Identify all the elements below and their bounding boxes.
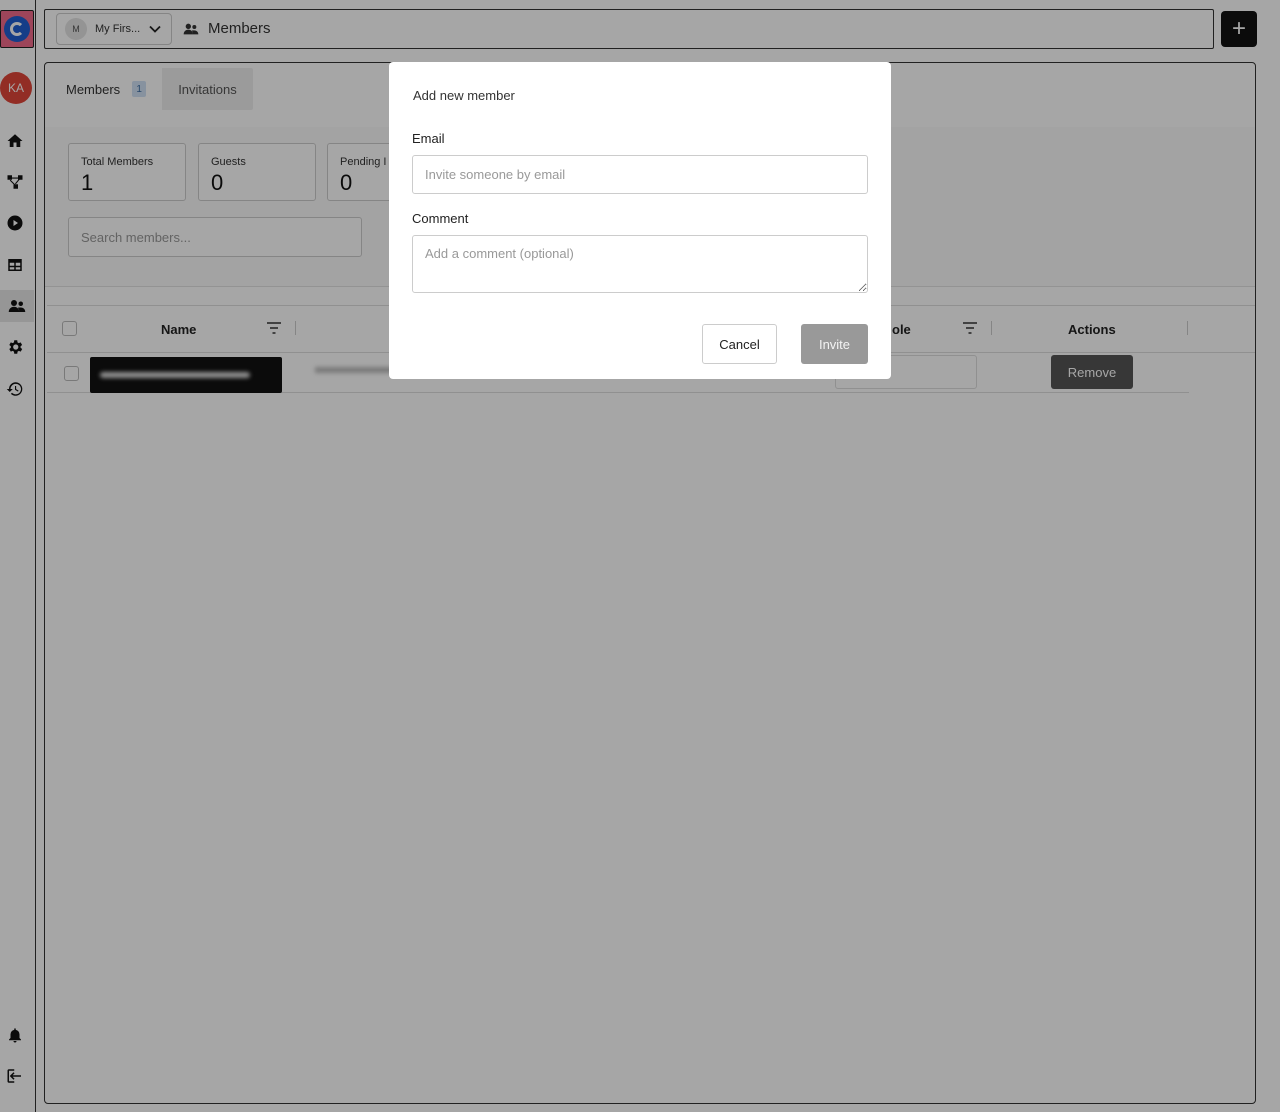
invite-button[interactable]: Invite <box>801 324 868 364</box>
add-member-dialog: Add new member Email Comment Cancel Invi… <box>389 62 891 379</box>
dialog-title: Add new member <box>413 88 515 103</box>
email-label: Email <box>412 131 445 146</box>
comment-textarea[interactable] <box>412 235 868 293</box>
cancel-button[interactable]: Cancel <box>702 324 777 364</box>
comment-label: Comment <box>412 211 469 226</box>
email-input[interactable] <box>412 155 868 194</box>
